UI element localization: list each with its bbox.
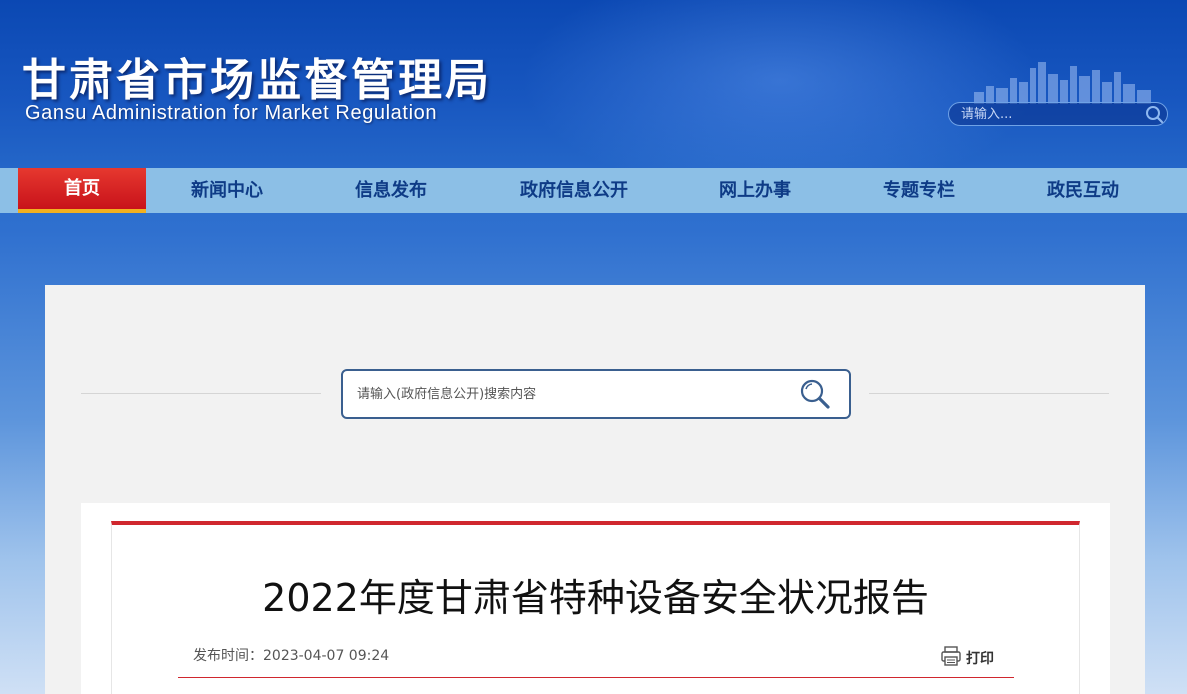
header-glow	[520, 0, 1040, 168]
header-search-input[interactable]	[961, 105, 1141, 123]
city-skyline-icon	[974, 62, 1151, 104]
site-title[interactable]: 甘肃省市场监督管理局	[22, 44, 492, 108]
article-title: 2022年度甘肃省特种设备安全状况报告	[262, 576, 929, 620]
gov-info-search-box	[341, 369, 851, 419]
nav-item-topics[interactable]: 专题专栏	[860, 168, 978, 213]
nav-item-gov-info[interactable]: 政府信息公开	[504, 168, 644, 213]
divider-left	[81, 393, 321, 394]
site-subtitle: Gansu Administration for Market Regulati…	[25, 102, 438, 124]
divider-right	[869, 393, 1109, 394]
nav-item-home[interactable]: 首页	[18, 168, 146, 213]
site-header: 甘肃省市场监督管理局 Gansu Administration for Mark…	[0, 0, 1187, 168]
search-icon[interactable]	[1144, 104, 1164, 124]
publish-label: 发布时间：	[193, 648, 263, 664]
header-search-box	[948, 102, 1168, 126]
main-nav: 首页 新闻中心 信息发布 政府信息公开 网上办事 专题专栏 政民互动	[0, 168, 1187, 213]
nav-item-online-service[interactable]: 网上办事	[696, 168, 814, 213]
magnifier-icon[interactable]	[797, 377, 833, 413]
publish-date: 发布时间：2023-04-07 09:24	[193, 645, 389, 665]
nav-item-info[interactable]: 信息发布	[332, 168, 450, 213]
article-card: 2022年度甘肃省特种设备安全状况报告 发布时间：2023-04-07 09:2…	[111, 521, 1080, 694]
gov-info-search-input[interactable]	[357, 384, 777, 404]
meta-divider	[178, 677, 1014, 678]
print-label: 打印	[966, 651, 994, 667]
nav-item-news[interactable]: 新闻中心	[168, 168, 286, 213]
nav-item-interaction[interactable]: 政民互动	[1024, 168, 1142, 213]
article-container: 2022年度甘肃省特种设备安全状况报告 发布时间：2023-04-07 09:2…	[81, 503, 1110, 694]
content-panel: 2022年度甘肃省特种设备安全状况报告 发布时间：2023-04-07 09:2…	[45, 285, 1145, 694]
publish-time: 2023-04-07 09:24	[263, 648, 390, 664]
printer-icon	[941, 646, 961, 666]
